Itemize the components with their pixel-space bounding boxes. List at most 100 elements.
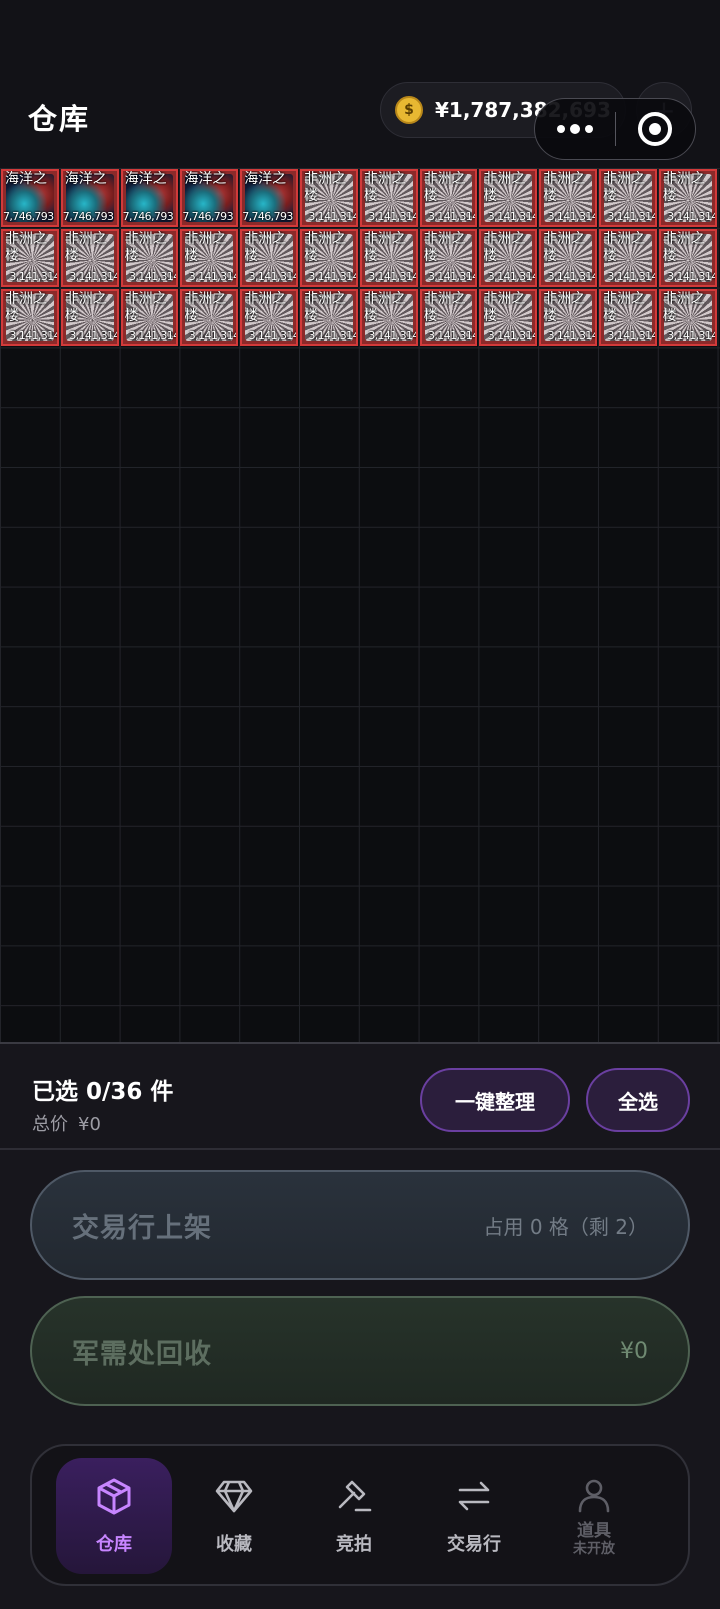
inventory-item[interactable]: 非洲之楼 3,141,314 — [479, 169, 538, 227]
gavel-icon — [338, 1480, 372, 1512]
item-name: 非洲之楼 — [662, 230, 715, 265]
inventory-item[interactable]: 非洲之楼 3,141,314 — [539, 228, 597, 287]
item-name-part: 非洲之 — [662, 230, 705, 247]
item-name: 非洲之楼 — [423, 171, 476, 205]
inventory-item[interactable]: 非洲之楼 3,141,314 — [419, 288, 478, 347]
nav-item-favorites[interactable]: 收藏 — [176, 1458, 292, 1574]
item-name-part: 楼 — [5, 247, 19, 264]
selection-count: 已选 0/36 件 — [32, 1079, 174, 1105]
inventory-item[interactable]: 非洲之楼 3,141,314 — [1, 288, 59, 347]
item-name-part: 楼 — [303, 247, 318, 264]
item-name-part: 楼 — [543, 307, 558, 324]
item-price: 7,746,793 — [182, 209, 233, 223]
inventory-item[interactable]: 非洲之楼 3,141,314 — [539, 169, 597, 227]
item-name-part: 非洲之 — [184, 230, 227, 247]
inventory-item[interactable]: 非洲之楼 3,141,314 — [120, 228, 179, 287]
item-name: 非洲之楼 — [603, 291, 655, 325]
close-miniprogram-icon[interactable] — [616, 112, 696, 146]
item-name-part: 非洲之 — [662, 290, 705, 307]
organize-button[interactable]: 一键整理 — [420, 1068, 570, 1132]
inventory-item[interactable]: 非洲之楼 3,141,314 — [658, 228, 717, 287]
inventory-item[interactable]: 海洋之 7,746,793 — [60, 169, 119, 227]
total-value: ¥0 — [78, 1114, 101, 1135]
nav-label-favorites: 收藏 — [216, 1534, 252, 1555]
inventory-item[interactable]: 非洲之楼 3,141,314 — [598, 288, 657, 347]
inventory-item[interactable]: 非洲之楼 3,141,314 — [299, 169, 358, 227]
inventory-item[interactable]: 非洲之楼 3,141,314 — [180, 228, 239, 287]
inventory-item[interactable]: 非洲之楼 3,141,314 — [120, 288, 179, 347]
item-price: 3,141,314 — [248, 329, 298, 343]
item-name: 非洲之楼 — [303, 290, 356, 325]
inventory-item[interactable]: 非洲之楼 3,141,314 — [299, 288, 358, 347]
item-price: 7,746,793 — [122, 209, 174, 223]
item-name-part: 楼 — [363, 247, 378, 264]
select-all-button[interactable]: 全选 — [586, 1068, 690, 1132]
inventory-item[interactable]: 非洲之楼 3,141,314 — [240, 228, 298, 287]
inventory-item[interactable]: 非洲之楼 3,141,314 — [658, 169, 717, 227]
item-price: 3,141,314 — [667, 329, 717, 343]
item-name: 非洲之楼 — [423, 290, 476, 325]
item-price: 3,141,314 — [9, 329, 59, 343]
diamond-icon — [215, 1480, 253, 1513]
inventory-item[interactable]: 海洋之 7,746,793 — [1, 169, 59, 227]
item-name-part: 非洲之 — [244, 230, 287, 247]
inventory-item[interactable]: 非洲之楼 3,141,314 — [539, 288, 597, 347]
nav-label-warehouse: 仓库 — [96, 1534, 132, 1555]
item-name-part: 非洲之 — [363, 290, 406, 307]
user-icon — [578, 1479, 610, 1512]
inventory-item[interactable]: 非洲之楼 3,141,314 — [180, 288, 239, 347]
nav-item-props[interactable]: 道具 未开放 — [536, 1458, 652, 1574]
inventory-item[interactable]: 非洲之楼 3,141,314 — [359, 169, 418, 227]
inventory-item[interactable]: 非洲之楼 3,141,314 — [598, 228, 657, 287]
nav-item-market[interactable]: 交易行 — [416, 1458, 532, 1574]
inventory-item[interactable]: 非洲之楼 3,141,314 — [598, 169, 657, 227]
nav-label-props: 道具 — [577, 1520, 611, 1541]
inventory-item[interactable]: 海洋之 7,746,793 — [240, 169, 298, 227]
market-list-button[interactable]: 交易行上架 占用 0 格（剩 2） — [30, 1170, 690, 1280]
item-price: 3,141,314 — [308, 329, 358, 343]
item-price: 3,141,314 — [188, 329, 239, 343]
item-name-part: 非洲之 — [483, 290, 526, 307]
item-name-part: 非洲之 — [303, 290, 346, 307]
item-name: 非洲之楼 — [364, 171, 416, 205]
inventory-item[interactable]: 非洲之楼 3,141,314 — [60, 288, 119, 347]
item-price: 3,141,314 — [607, 269, 657, 283]
inventory-item[interactable]: 非洲之楼 3,141,314 — [479, 288, 538, 347]
item-name-part: 楼 — [303, 307, 318, 324]
recycle-button[interactable]: 军需处回收 ¥0 — [30, 1296, 690, 1406]
inventory-item[interactable]: 非洲之楼 3,141,314 — [658, 288, 717, 347]
inventory-item[interactable]: 非洲之楼 3,141,314 — [60, 228, 119, 287]
page-title: 仓库 — [28, 102, 91, 136]
item-name-part: 楼 — [662, 247, 677, 264]
inventory-item[interactable]: 非洲之楼 3,141,314 — [240, 288, 298, 347]
item-name-part: 非洲之 — [423, 290, 466, 307]
inventory-item[interactable]: 非洲之楼 3,141,314 — [359, 228, 418, 287]
inventory-item[interactable]: 非洲之楼 3,141,314 — [419, 228, 478, 287]
more-menu-icon[interactable] — [535, 123, 615, 134]
inventory-item[interactable]: 非洲之楼 3,141,314 — [1, 228, 59, 287]
nav-item-warehouse[interactable]: 仓库 — [56, 1458, 172, 1574]
item-name-part: 楼 — [124, 307, 139, 324]
item-price: 3,141,314 — [487, 269, 538, 283]
inventory-item[interactable]: 非洲之楼 3,141,314 — [419, 169, 478, 227]
item-name-part: 楼 — [662, 188, 677, 204]
inventory-item[interactable]: 海洋之 7,746,793 — [120, 169, 179, 227]
inventory-item[interactable]: 非洲之楼 3,141,314 — [479, 228, 538, 287]
nav-item-auction[interactable]: 竞拍 — [296, 1458, 412, 1574]
item-name-part: 楼 — [303, 188, 318, 204]
item-name-part: 楼 — [602, 247, 617, 264]
item-name-part: 楼 — [423, 188, 438, 204]
item-price: 3,141,314 — [368, 329, 418, 343]
item-name: 非洲之楼 — [602, 231, 655, 265]
item-price: 3,141,314 — [69, 329, 119, 343]
item-name: 非洲之楼 — [124, 291, 177, 325]
inventory-item[interactable]: 海洋之 7,746,793 — [180, 169, 239, 227]
item-price: 3,141,314 — [547, 269, 597, 283]
inventory-item[interactable]: 非洲之楼 3,141,314 — [359, 288, 418, 347]
inventory-grid: 海洋之 7,746,793 海洋之 7,746,793 海洋之 7,746,793 海洋之 7… — [0, 168, 720, 1042]
item-name: 非洲之楼 — [184, 230, 236, 265]
inventory-item[interactable]: 非洲之楼 3,141,314 — [299, 228, 358, 287]
item-name-part: 楼 — [124, 247, 139, 264]
item-name-part: 楼 — [423, 247, 438, 264]
item-name-part: 非洲之 — [662, 171, 705, 187]
